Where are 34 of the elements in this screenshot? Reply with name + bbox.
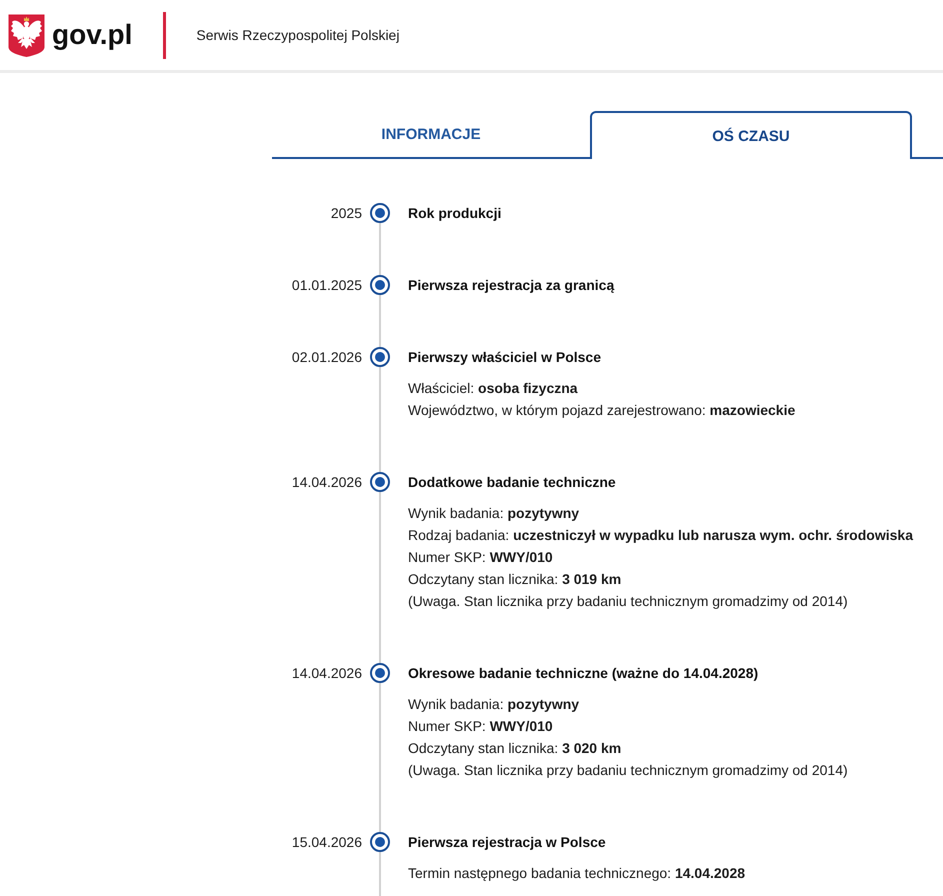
event-detail: Wynik badania: pozytywny	[408, 504, 580, 523]
event-detail: Województwo, w którym pojazd zarejestrowano: mazowieckie	[408, 401, 796, 420]
timeline-marker-icon	[370, 472, 390, 492]
event-detail: Rodzaj badania: uczestniczył w wypadku lub narusza wym. ochr. środowiska	[408, 526, 914, 545]
event-detail: (Uwaga. Stan licznika przy badaniu technicznym gromadzimy od 2014)	[408, 761, 849, 780]
event-title: Rok produkcji	[408, 204, 502, 223]
event-date: 02.01.2026	[290, 348, 362, 367]
logo-text[interactable]: gov.pl	[52, 21, 132, 49]
event-date: 14.04.2026	[290, 664, 362, 683]
event-detail: Wynik badania: pozytywny	[408, 695, 580, 714]
event-title: Dodatkowe badanie techniczne	[408, 473, 617, 492]
event-title: Pierwsza rejestracja w Polsce	[408, 833, 607, 852]
event-detail: Numer SKP: WWY/010	[408, 548, 554, 567]
event-detail: Odczytany stan licznika: 3 020 km	[408, 739, 622, 758]
timeline-marker-icon	[370, 663, 390, 683]
event-detail: Właściciel: osoba fizyczna	[408, 379, 579, 398]
tab[interactable]: OŚ CZASU	[590, 111, 912, 159]
timeline-marker-icon	[370, 203, 390, 223]
event-detail: Odczytany stan licznika: 3 019 km	[408, 570, 622, 589]
event-title: Pierwszy właściciel w Polsce	[408, 348, 602, 367]
event-title: Pierwsza rejestracja za granicą	[408, 276, 616, 295]
timeline-marker-icon	[370, 275, 390, 295]
event-detail: Numer SKP: WWY/010	[408, 717, 554, 736]
timeline-marker-icon	[370, 832, 390, 852]
event-detail: (Uwaga. Stan licznika przy badaniu technicznym gromadzimy od 2014)	[408, 592, 849, 611]
eagle-shield-icon[interactable]	[8, 14, 45, 56]
event-date: 2025	[330, 204, 362, 223]
event-date: 14.04.2026	[290, 473, 362, 492]
event-detail: Termin następnego badania technicznego: 14.04.2028	[408, 864, 746, 883]
event-date: 15.04.2026	[290, 833, 362, 852]
timeline-marker-icon	[370, 347, 390, 367]
event-title: Okresowe badanie techniczne (ważne do 14.04.2028)	[408, 664, 760, 683]
site-title: Serwis Rzeczypospolitej Polskiej	[196, 27, 400, 43]
event-date: 01.01.2025	[290, 276, 362, 295]
